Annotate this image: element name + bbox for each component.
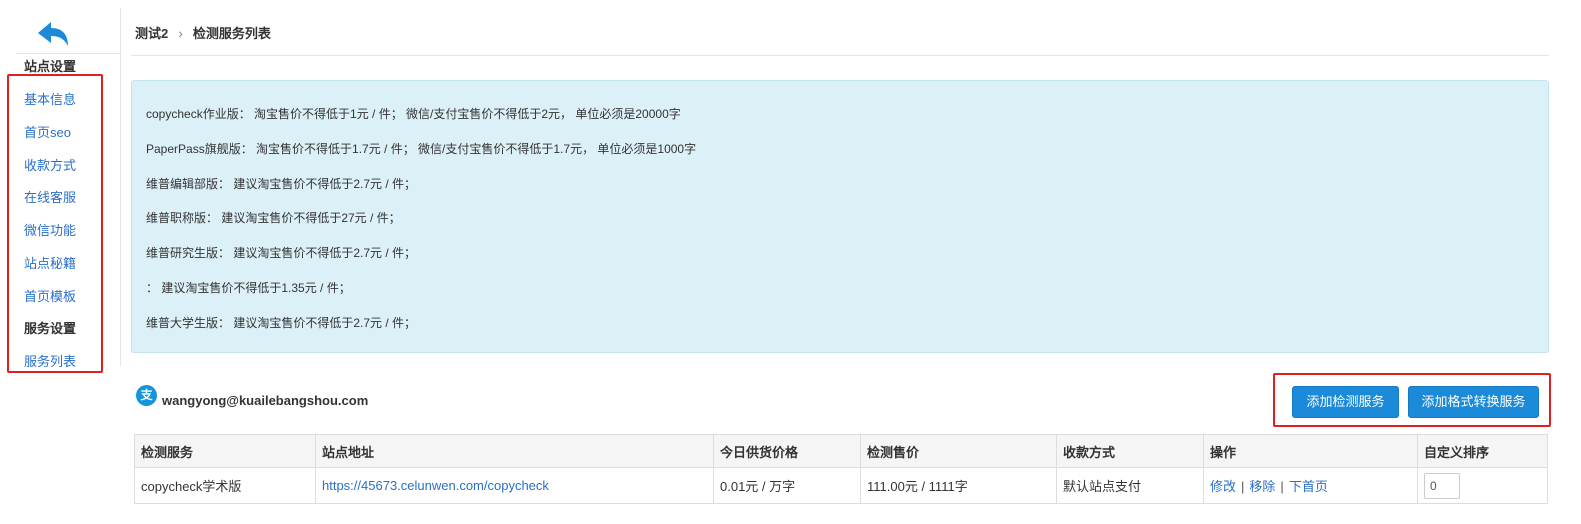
back-button[interactable] (36, 20, 70, 48)
column-header: 收款方式 (1056, 434, 1204, 468)
notice-line: copycheck作业版： 淘宝售价不得低于1元 / 件； 微信/支付宝售价不得… (146, 107, 681, 121)
payment-cell: 默认站点支付 (1056, 467, 1204, 504)
notice-line: 维普研究生版： 建议淘宝售价不得低于2.7元 / 件； (146, 246, 417, 260)
sidebar-item-online-service[interactable]: 在线客服 (24, 187, 76, 206)
site-url-cell: https://45673.celunwen.com/copycheck (315, 467, 714, 504)
column-header: 今日供货价格 (713, 434, 861, 468)
service-name-cell: copycheck学术版 (134, 467, 316, 504)
chevron-right-icon: › (178, 24, 183, 41)
site-settings-heading: 站点设置 (24, 59, 77, 74)
page: 站点设置 基本信息 首页seo 收款方式 在线客服 微信功能 站点秘籍 首页模板… (0, 0, 1581, 524)
sidebar-item-home-template[interactable]: 首页模板 (24, 286, 76, 305)
sidebar-divider (120, 8, 121, 366)
service-table: 检测服务 站点地址 今日供货价格 检测售价 收款方式 操作 自定义排序 copy… (134, 434, 1548, 504)
notice-line: 维普大学生版： 建议淘宝售价不得低于2.7元 / 件； (146, 316, 417, 330)
service-settings-heading: 服务设置 (24, 321, 77, 336)
sort-order-input[interactable] (1424, 472, 1460, 499)
site-url-link[interactable]: https://45673.celunwen.com/copycheck (322, 478, 549, 493)
price-notice-box: copycheck作业版： 淘宝售价不得低于1元 / 件； 微信/支付宝售价不得… (131, 80, 1549, 353)
column-header: 自定义排序 (1417, 434, 1548, 468)
breadcrumb: 测试2 › 检测服务列表 (135, 23, 271, 42)
sidebar-item-wechat[interactable]: 微信功能 (24, 220, 76, 239)
notice-line: ： 建议淘宝售价不得低于1.35元 / 件； (146, 281, 351, 295)
separator: | (1241, 479, 1245, 494)
remove-from-home-link[interactable]: 下首页 (1289, 479, 1328, 494)
edit-link[interactable]: 修改 (1210, 479, 1236, 494)
notice-line: 维普职称版： 建议淘宝售价不得低于27元 / 件； (146, 211, 401, 225)
breadcrumb-parent[interactable]: 测试2 (135, 23, 168, 42)
sidebar-item-site-tips[interactable]: 站点秘籍 (24, 253, 76, 272)
sidebar-item-service-list[interactable]: 服务列表 (24, 351, 76, 370)
column-header: 操作 (1203, 434, 1418, 468)
column-header: 站点地址 (315, 434, 714, 468)
notice-line: PaperPass旗舰版： 淘宝售价不得低于1.7元 / 件； 微信/支付宝售价… (146, 142, 697, 156)
table-header-row: 检测服务 站点地址 今日供货价格 检测售价 收款方式 操作 自定义排序 (134, 434, 1548, 468)
add-check-service-button[interactable]: 添加检测服务 (1292, 386, 1399, 418)
breadcrumb-current: 检测服务列表 (192, 26, 271, 41)
separator: | (1280, 479, 1284, 494)
sale-price-cell: 111.00元 / 1111字 (860, 467, 1057, 504)
account-email: wangyong@kuailebangshou.com (162, 393, 369, 408)
supply-price-cell: 0.01元 / 万字 (713, 467, 861, 504)
table-row: copycheck学术版 https://45673.celunwen.com/… (134, 467, 1548, 504)
column-header: 检测售价 (860, 434, 1057, 468)
sidebar-item-payment-method[interactable]: 收款方式 (24, 155, 76, 174)
notice-line: 维普编辑部版： 建议淘宝售价不得低于2.7元 / 件； (146, 177, 417, 191)
add-format-service-button[interactable]: 添加格式转换服务 (1408, 386, 1539, 418)
alipay-icon: 支 (136, 385, 157, 406)
sidebar-item-home-seo[interactable]: 首页seo (24, 122, 71, 141)
operations-cell: 修改 | 移除 | 下首页 (1203, 467, 1418, 504)
column-header: 检测服务 (134, 434, 316, 468)
remove-link[interactable]: 移除 (1249, 479, 1275, 494)
breadcrumb-divider (131, 55, 1549, 56)
sidebar-rule (16, 53, 120, 54)
sidebar-item-basic-info[interactable]: 基本信息 (24, 89, 76, 108)
sort-cell (1417, 467, 1548, 504)
back-arrow-icon (38, 22, 68, 46)
sidebar: 站点设置 基本信息 首页seo 收款方式 在线客服 微信功能 站点秘籍 首页模板… (0, 0, 120, 370)
